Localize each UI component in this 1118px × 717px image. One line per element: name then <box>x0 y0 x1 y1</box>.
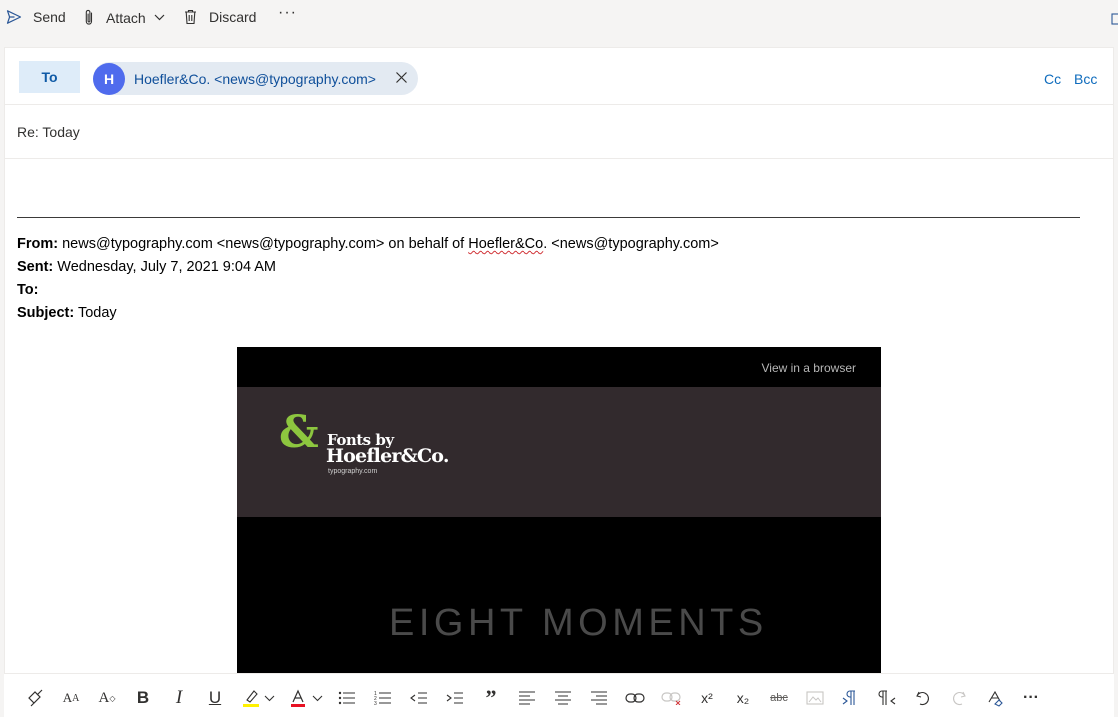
font-size-icon[interactable]: AA <box>60 687 82 709</box>
from-value: news@typography.com <news@typography.com… <box>58 236 469 252</box>
from-label: From: <box>17 236 59 252</box>
highlight-dropdown-chevron-icon[interactable] <box>262 687 276 709</box>
redo-icon[interactable] <box>948 687 970 709</box>
highlight-icon[interactable] <box>240 687 262 709</box>
newsletter-body: View in a browser & Fonts by Hoefler&Co.… <box>237 347 881 673</box>
quote-button[interactable]: ” <box>480 685 502 710</box>
insert-picture-icon[interactable] <box>804 687 826 709</box>
strikethrough-button[interactable]: abc <box>768 687 790 709</box>
trash-icon <box>185 9 196 25</box>
from-value-end: . <news@typography.com> <box>543 236 719 252</box>
brand-line2: Hoefler&Co. <box>326 445 449 467</box>
subject-label: Subject: <box>17 305 75 321</box>
formatting-toolbar: AA A ◇ B I U 123 ” x² x₂ abc ··· <box>4 673 1114 717</box>
bcc-button[interactable]: Bcc <box>1074 71 1097 87</box>
numbering-icon[interactable]: 123 <box>372 687 394 709</box>
sent-label: Sent: <box>17 259 54 275</box>
chevron-down-icon[interactable] <box>154 14 165 21</box>
recipient-chip-label: Hoefler&Co. <news@typography.com> <box>134 70 376 87</box>
bullets-icon[interactable] <box>336 687 358 709</box>
send-label: Send <box>33 9 66 25</box>
decrease-indent-icon[interactable] <box>408 687 430 709</box>
quoted-sent-line: Sent: Wednesday, July 7, 2021 9:04 AM <box>17 259 276 275</box>
unlink-icon[interactable] <box>660 687 682 709</box>
align-left-icon[interactable] <box>516 687 538 709</box>
font-grow-icon[interactable]: A ◇ <box>96 687 118 709</box>
popout-icon[interactable] <box>1111 12 1118 28</box>
divider <box>17 217 1080 218</box>
paperclip-icon <box>85 9 93 25</box>
compose-pane: To H Hoefler&Co. <news@typography.com> C… <box>4 47 1114 717</box>
ampersand-logo: & <box>279 407 319 458</box>
align-right-icon[interactable] <box>588 687 610 709</box>
font-color-icon[interactable] <box>287 687 309 709</box>
format-painter-icon[interactable] <box>24 687 46 709</box>
undo-icon[interactable] <box>912 687 934 709</box>
bold-button[interactable]: B <box>132 687 154 709</box>
to-label: To: <box>17 282 39 298</box>
more-options-button[interactable]: ··· <box>278 4 297 22</box>
subject-row <box>5 105 1113 159</box>
brand-url: typography.com <box>328 468 378 475</box>
more-formatting-button[interactable]: ··· <box>1020 687 1042 709</box>
underline-button[interactable]: U <box>204 687 226 709</box>
avatar: H <box>93 62 125 95</box>
brand-banner: & Fonts by Hoefler&Co. typography.com <box>237 387 881 517</box>
attach-button[interactable]: Attach <box>84 9 165 26</box>
close-icon[interactable] <box>395 71 408 84</box>
cc-button[interactable]: Cc <box>1044 71 1061 87</box>
link-icon[interactable] <box>624 687 646 709</box>
superscript-button[interactable]: x² <box>696 687 718 709</box>
align-center-icon[interactable] <box>552 687 574 709</box>
command-bar: Send Attach Discard ··· <box>0 0 1118 38</box>
view-in-browser-link[interactable]: View in a browser <box>762 361 857 375</box>
discard-label: Discard <box>209 9 257 25</box>
recipient-chip[interactable]: H Hoefler&Co. <news@typography.com> <box>93 62 418 95</box>
quoted-subject-line: Subject: Today <box>17 305 117 321</box>
subject-input[interactable] <box>17 121 917 143</box>
clear-formatting-icon[interactable] <box>984 687 1006 709</box>
to-row: To H Hoefler&Co. <news@typography.com> C… <box>5 48 1113 105</box>
from-value-misspelled[interactable]: Hoefler&Co <box>468 236 543 252</box>
quoted-from-line: From: news@typography.com <news@typograp… <box>17 236 719 252</box>
to-button[interactable]: To <box>19 61 80 93</box>
subject-value: Today <box>74 305 117 321</box>
attach-label: Attach <box>106 9 146 26</box>
newsletter-headline: EIGHT MOMENTS <box>389 602 768 644</box>
increase-indent-icon[interactable] <box>444 687 466 709</box>
send-icon <box>6 10 22 24</box>
svg-text:3: 3 <box>374 701 377 705</box>
discard-button[interactable]: Discard <box>184 9 256 25</box>
subscript-button[interactable]: x₂ <box>732 687 754 709</box>
quoted-to-line: To: <box>17 282 38 298</box>
italic-button[interactable]: I <box>168 687 190 709</box>
send-button[interactable]: Send <box>6 9 66 25</box>
rtl-paragraph-icon[interactable] <box>876 687 898 709</box>
sent-value: Wednesday, July 7, 2021 9:04 AM <box>53 259 276 275</box>
font-color-dropdown-chevron-icon[interactable] <box>310 687 324 709</box>
ltr-paragraph-icon[interactable] <box>840 687 862 709</box>
